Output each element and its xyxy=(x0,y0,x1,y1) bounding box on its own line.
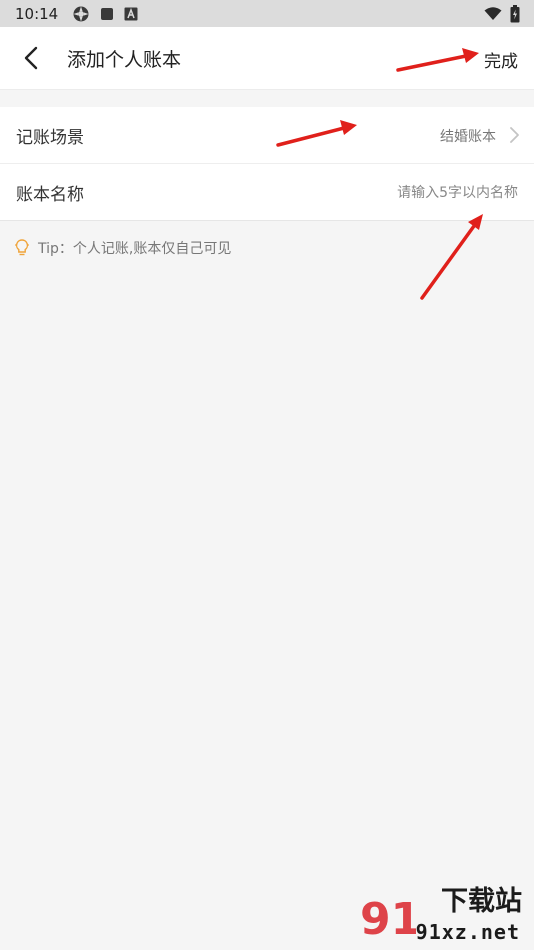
battery-icon xyxy=(510,4,520,22)
ledger-name-input[interactable] xyxy=(266,179,520,207)
lightbulb-icon xyxy=(15,239,29,256)
name-row: 账本名称 xyxy=(0,163,534,220)
scene-row[interactable]: 记账场景 结婚账本 xyxy=(0,107,534,163)
a-notification-icon xyxy=(124,7,138,20)
site-watermark: 91 下载站 91xz.net xyxy=(358,886,528,948)
watermark-site: 91xz.net xyxy=(415,920,520,944)
chevron-right-icon xyxy=(510,127,519,143)
status-icons-left xyxy=(72,5,138,23)
page-title: 添加个人账本 xyxy=(67,49,182,71)
watermark-logo: 91 xyxy=(360,894,416,942)
scene-label: 记账场景 xyxy=(16,128,84,148)
name-label: 账本名称 xyxy=(16,185,84,205)
settings-gear-icon xyxy=(73,6,89,21)
arrow-to-name-icon xyxy=(420,214,483,300)
status-icons-right xyxy=(484,0,520,27)
tip: Tip：个人记账,账本仅自己可见 xyxy=(14,238,231,258)
square-notification-icon xyxy=(101,7,114,20)
svg-text:91: 91 xyxy=(360,894,416,942)
tip-text: Tip：个人记账,账本仅自己可见 xyxy=(38,241,232,257)
status-time: 10:14 xyxy=(15,4,59,23)
wifi-icon xyxy=(484,6,502,20)
done-button[interactable]: 完成 xyxy=(484,47,518,72)
ledger-form: 记账场景 结婚账本 账本名称 xyxy=(0,107,534,221)
watermark-brand: 下载站 xyxy=(441,886,522,917)
scene-value: 结婚账本 xyxy=(440,129,496,145)
back-arrow-icon[interactable] xyxy=(18,44,46,72)
top-app-bar: 添加个人账本 完成 xyxy=(0,27,534,90)
status-bar: 10:14 xyxy=(0,0,534,27)
